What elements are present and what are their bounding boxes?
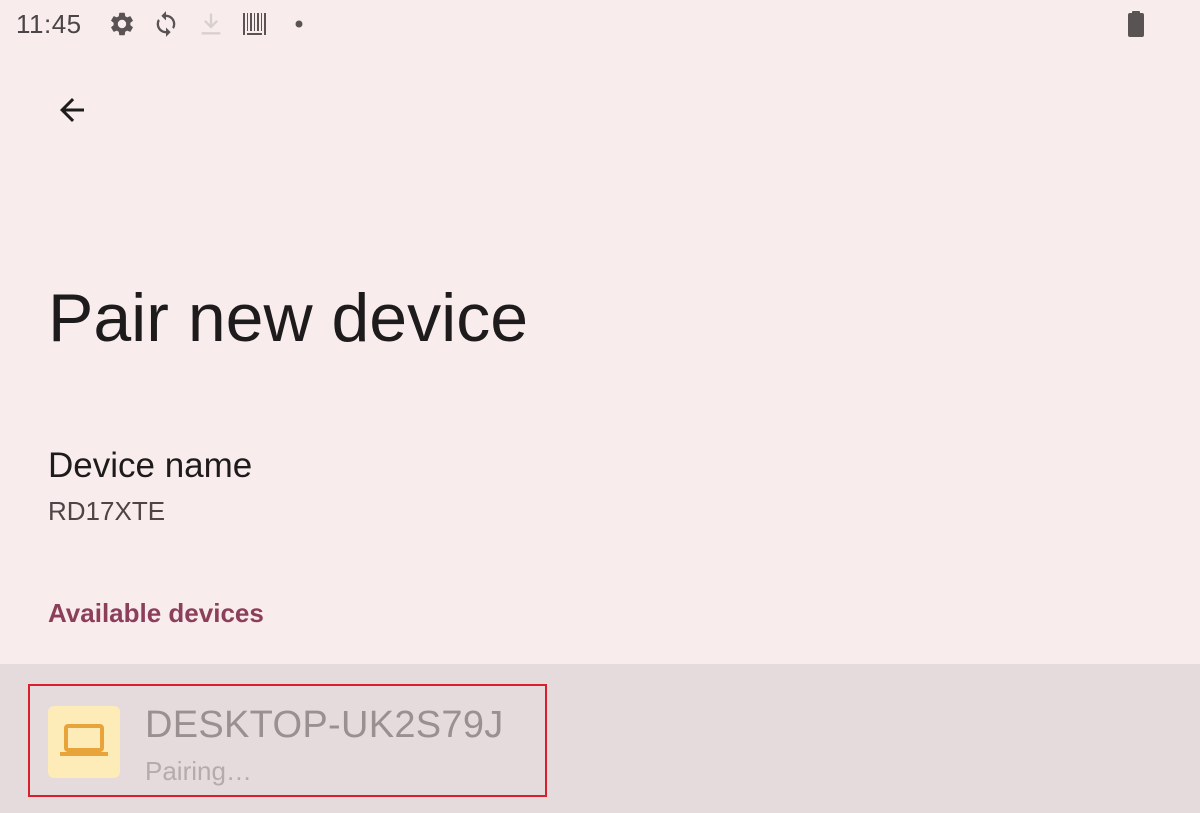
device-icon-tile: [48, 706, 120, 778]
status-bar: 11:45: [0, 0, 1200, 50]
available-device-item[interactable]: DESKTOP-UK2S79J Pairing…: [0, 664, 1200, 813]
status-time: 11:45: [16, 9, 82, 39]
battery-icon: [1122, 10, 1150, 38]
download-icon: [197, 10, 225, 38]
laptop-icon: [60, 716, 108, 769]
available-devices-header: Available devices: [48, 598, 264, 628]
device-status-label: Pairing…: [145, 756, 252, 786]
device-name-value: RD17XTE: [48, 496, 166, 526]
device-name-preference[interactable]: Device name RD17XTE: [0, 440, 1200, 540]
gear-icon: [108, 10, 136, 38]
device-name-title: Device name: [48, 446, 253, 485]
arrow-back-icon: [54, 92, 90, 133]
sync-icon: [152, 10, 180, 38]
device-name-label: DESKTOP-UK2S79J: [145, 704, 504, 746]
barcode-icon: [241, 10, 269, 38]
back-button[interactable]: [44, 84, 100, 140]
page-title: Pair new device: [48, 280, 529, 356]
dot-icon: [285, 10, 313, 38]
